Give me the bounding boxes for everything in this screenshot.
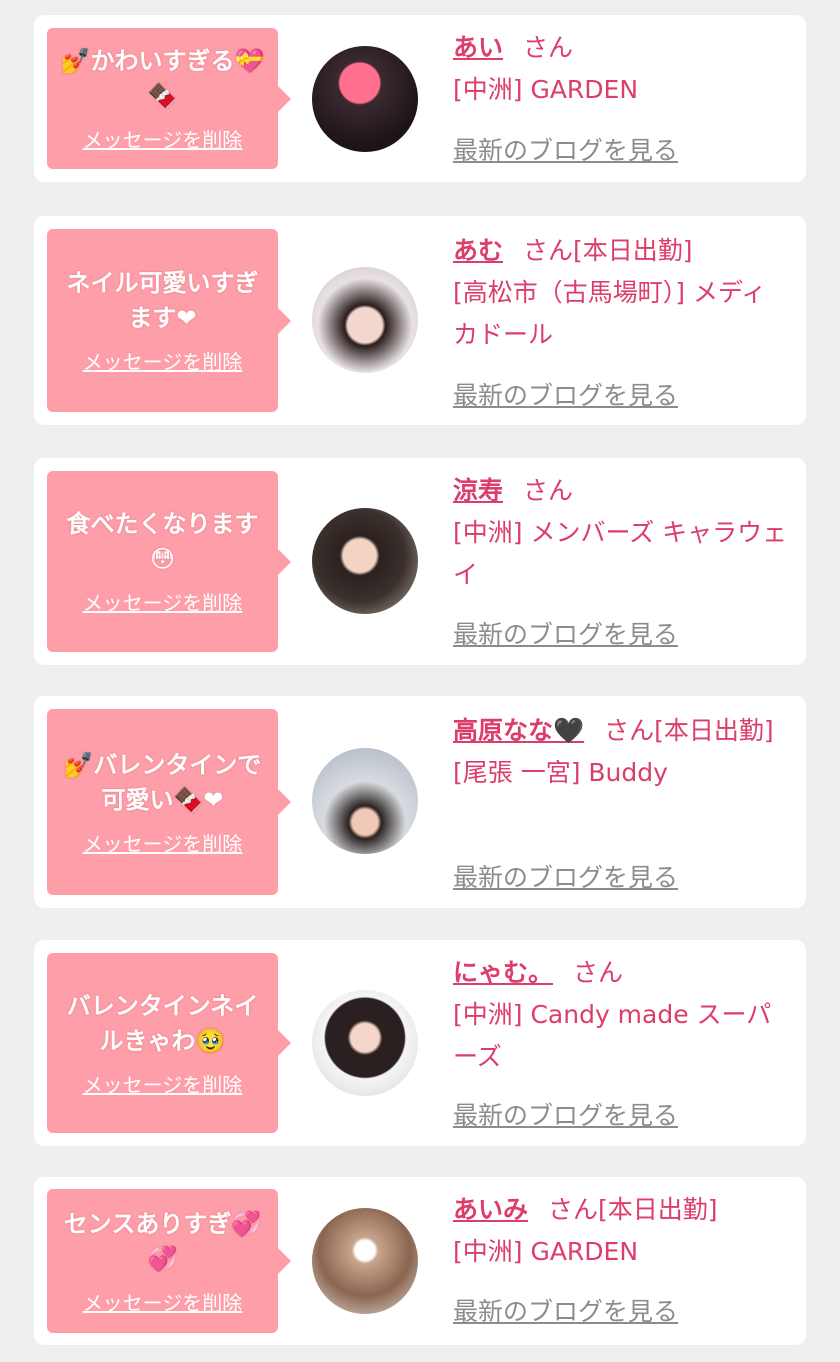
message-text: 食べたくなります😳 [66,510,259,573]
profile-name-link[interactable]: にゃむ。 [453,958,553,987]
status-badge: [本日出勤] [654,716,774,745]
avatar[interactable] [312,1208,418,1314]
list-item: センスありすぎ💞💞 メッセージを削除 あいみ さん[本日出勤] [中洲] GARD… [34,1177,806,1345]
profile-info: あむ さん[本日出勤] [高松市（古馬場町）] メディカドール [453,230,788,356]
message-bubble: バレンタインネイルきゃわ🥹 メッセージを削除 [47,953,291,1133]
profile-info: 高原なな🖤 さん[本日出勤] [尾張 一宮] Buddy [453,710,788,794]
delete-message-link[interactable]: メッセージを削除 [83,124,243,153]
message-text: バレンタインネイルきゃわ🥹 [66,991,259,1055]
message-text: ネイル可愛いすぎます❤ [66,269,259,332]
message-bubble: 💅バレンタインで可愛い🍫❤ メッセージを削除 [47,709,291,895]
message-text: 💅かわいすぎる💝🍫 [60,47,265,110]
shop-name: [中洲] Candy made スーパーズ [453,1000,772,1071]
shop-name: [中洲] メンバーズ キャラウェイ [453,518,788,589]
avatar[interactable] [312,267,418,373]
list-item: バレンタインネイルきゃわ🥹 メッセージを削除 にゃむ。 さん [中洲] Candy… [34,940,806,1146]
shop-name: [高松市（古馬場町）] メディカドール [453,278,767,349]
profile-info: 涼寿 さん [中洲] メンバーズ キャラウェイ [453,470,788,596]
message-bubble: センスありすぎ💞💞 メッセージを削除 [47,1189,291,1333]
profile-info: あい さん [中洲] GARDEN [453,27,788,111]
profile-name-link[interactable]: 高原なな🖤 [453,716,584,745]
message-text: 💅バレンタインで可愛い🍫❤ [63,750,262,814]
delete-message-link[interactable]: メッセージを削除 [83,828,243,857]
avatar[interactable] [312,990,418,1096]
latest-blog-link[interactable]: 最新のブログを見る [453,131,678,167]
message-list: 💅かわいすぎる💝🍫 メッセージを削除 あい さん [中洲] GARDEN 最新のブ… [0,0,840,1362]
list-item: 💅バレンタインで可愛い🍫❤ メッセージを削除 高原なな🖤 さん[本日出勤] [尾張… [34,696,806,908]
message-bubble: 💅かわいすぎる💝🍫 メッセージを削除 [47,28,291,169]
avatar[interactable] [312,748,418,854]
shop-name: [尾張 一宮] Buddy [453,758,668,787]
message-bubble: 食べたくなります😳 メッセージを削除 [47,471,291,652]
honorific: さん [523,476,574,505]
delete-message-link[interactable]: メッセージを削除 [83,1069,243,1098]
list-item: ネイル可愛いすぎます❤ メッセージを削除 あむ さん[本日出勤] [高松市（古馬場… [34,216,806,425]
latest-blog-link[interactable]: 最新のブログを見る [453,376,678,412]
honorific: さん [573,958,624,987]
honorific: さん [523,236,574,265]
profile-name-link[interactable]: あい [453,33,503,62]
status-badge: [本日出勤] [573,236,693,265]
shop-name: [中洲] GARDEN [453,75,639,104]
delete-message-link[interactable]: メッセージを削除 [83,587,243,616]
status-badge: [本日出勤] [598,1195,718,1224]
list-item: 食べたくなります😳 メッセージを削除 涼寿 さん [中洲] メンバーズ キャラウェ… [34,458,806,665]
delete-message-link[interactable]: メッセージを削除 [83,346,243,375]
profile-info: あいみ さん[本日出勤] [中洲] GARDEN [453,1189,788,1273]
latest-blog-link[interactable]: 最新のブログを見る [453,615,678,651]
honorific: さん [604,716,655,745]
profile-info: にゃむ。 さん [中洲] Candy made スーパーズ [453,952,788,1078]
latest-blog-link[interactable]: 最新のブログを見る [453,1096,678,1132]
delete-message-link[interactable]: メッセージを削除 [83,1287,243,1316]
avatar[interactable] [312,508,418,614]
message-text: センスありすぎ💞💞 [63,1209,262,1273]
message-bubble: ネイル可愛いすぎます❤ メッセージを削除 [47,229,291,412]
shop-name: [中洲] GARDEN [453,1237,639,1266]
honorific: さん [548,1195,599,1224]
profile-name-link[interactable]: あむ [453,236,503,265]
honorific: さん [523,33,574,62]
list-item: 💅かわいすぎる💝🍫 メッセージを削除 あい さん [中洲] GARDEN 最新のブ… [34,15,806,182]
latest-blog-link[interactable]: 最新のブログを見る [453,858,678,894]
profile-name-link[interactable]: あいみ [453,1195,528,1224]
avatar[interactable] [312,46,418,152]
latest-blog-link[interactable]: 最新のブログを見る [453,1292,678,1328]
profile-name-link[interactable]: 涼寿 [453,476,503,505]
